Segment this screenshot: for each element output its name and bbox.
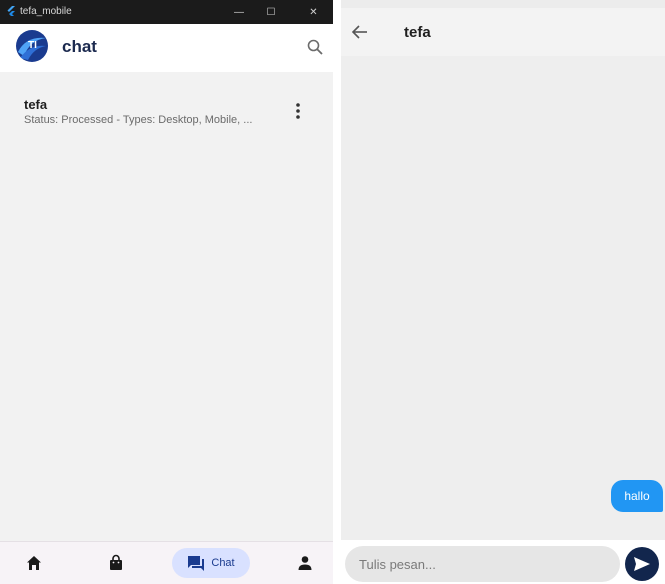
- message-list: hallo: [341, 56, 665, 540]
- conversation-app-bar: tefa: [341, 8, 665, 56]
- desktop-window: tefa_mobile — ☐ ✕ TI chat tefa Status: P…: [0, 0, 333, 584]
- chat-status-text: Status: Processed - Types: Desktop, Mobi…: [24, 114, 253, 126]
- nav-profile-button[interactable]: [285, 548, 325, 578]
- chat-contact-name: tefa: [24, 97, 48, 112]
- message-composer: [341, 540, 665, 584]
- search-icon[interactable]: [306, 38, 324, 56]
- person-icon: [298, 556, 312, 570]
- flutter-app-icon: [7, 6, 15, 16]
- nav-shop-button[interactable]: [96, 548, 136, 578]
- window-title: tefa_mobile: [20, 6, 72, 17]
- send-button[interactable]: [625, 547, 659, 581]
- chat-list-item[interactable]: tefa Status: Processed - Types: Desktop,…: [0, 85, 333, 141]
- send-icon: [634, 557, 650, 571]
- logo-text: TI: [28, 40, 37, 51]
- window-close-button[interactable]: ✕: [294, 0, 333, 24]
- message-bubble-sent: hallo: [611, 480, 663, 512]
- chat-icon: [188, 556, 205, 571]
- shopping-bag-icon: [110, 554, 122, 570]
- app-bar: TI chat: [0, 24, 333, 72]
- window-titlebar: tefa_mobile — ☐ ✕: [0, 0, 333, 24]
- app-logo: TI: [16, 30, 48, 62]
- bottom-navigation: Chat: [0, 541, 333, 584]
- more-vertical-icon[interactable]: [290, 101, 306, 121]
- nav-chat-button[interactable]: Chat: [172, 548, 250, 578]
- nav-home-button[interactable]: [14, 548, 54, 578]
- page-title: chat: [62, 37, 97, 56]
- message-input[interactable]: [345, 546, 620, 582]
- home-icon: [27, 556, 41, 570]
- nav-chat-label: Chat: [211, 557, 235, 569]
- conversation-title: tefa: [404, 24, 431, 41]
- conversation-panel: tefa hallo: [341, 0, 665, 584]
- window-maximize-button[interactable]: ☐: [248, 0, 294, 24]
- arrow-left-icon[interactable]: [351, 24, 369, 40]
